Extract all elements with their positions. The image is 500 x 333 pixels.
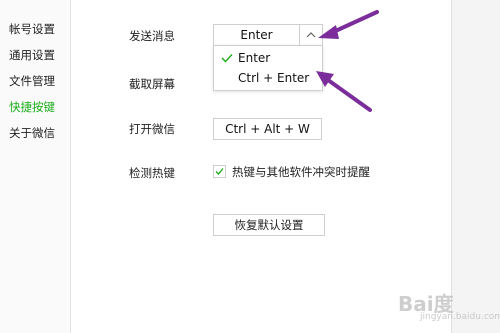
send-message-dropdown-menu: Enter Ctrl + Enter [213, 45, 323, 91]
checkmark-icon [215, 168, 224, 175]
open-wechat-hotkey-field[interactable]: Ctrl + Alt + W [213, 118, 322, 140]
sidebar-item-account[interactable]: 帐号设置 [9, 22, 55, 36]
sidebar-item-general[interactable]: 通用设置 [9, 48, 55, 62]
send-message-select[interactable]: Enter [213, 24, 299, 46]
send-message-dropdown-button[interactable] [299, 24, 323, 46]
watermark-url: jingyan.baidu.com [420, 312, 500, 322]
dropdown-option-label: Enter [238, 51, 271, 65]
detect-hotkey-label: 检测热键 [129, 166, 175, 180]
dropdown-option-ctrl-enter[interactable]: Ctrl + Enter [214, 68, 322, 88]
dropdown-option-enter[interactable]: Enter [214, 48, 322, 68]
sidebar-item-about[interactable]: 关于微信 [9, 126, 55, 140]
screenshot-label: 截取屏幕 [129, 77, 175, 91]
sidebar-item-files[interactable]: 文件管理 [9, 74, 55, 88]
hotkey-conflict-label: 热键与其他软件冲突时提醒 [232, 165, 370, 179]
send-message-label: 发送消息 [129, 29, 175, 43]
open-wechat-label: 打开微信 [129, 122, 175, 136]
hotkey-conflict-checkbox[interactable] [213, 165, 226, 178]
checkmark-icon [221, 54, 233, 63]
sidebar: 帐号设置 通用设置 文件管理 快捷按键 关于微信 [0, 0, 70, 333]
dropdown-option-label: Ctrl + Enter [238, 71, 310, 85]
panel-right-border [451, 0, 452, 333]
restore-defaults-button[interactable]: 恢复默认设置 [213, 214, 325, 236]
sidebar-item-shortcuts[interactable]: 快捷按键 [9, 100, 55, 114]
chevron-up-icon [306, 32, 316, 38]
